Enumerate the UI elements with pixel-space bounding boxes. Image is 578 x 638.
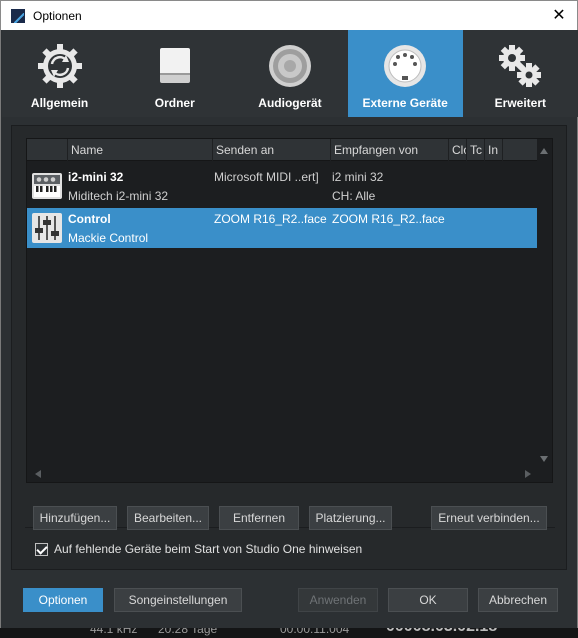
table-row-selected[interactable]: Control Mackie Control ZOOM R16_R2..face… (27, 208, 537, 248)
options-dialog: Allgemein Ordner Audiogerät Externe Gerä… (0, 30, 578, 628)
apply-button[interactable]: Anwenden (298, 588, 378, 612)
device-model: Mackie Control (68, 231, 149, 245)
background-sample-rate: 44.1 kHz (90, 628, 138, 636)
column-header-in[interactable]: In (485, 139, 503, 161)
background-duration: 20.28 Tage (158, 628, 218, 636)
table-header: Name Senden an Empfangen von Clo Tc In (27, 139, 537, 161)
device-send-to: ZOOM R16_R2..face (214, 212, 327, 226)
keyboard-icon (32, 173, 62, 199)
tab-label: Externe Geräte (362, 96, 448, 110)
device-receive-from: ZOOM R16_R2..face (332, 212, 445, 226)
remove-device-button[interactable]: Entfernen (219, 506, 299, 530)
tab-label: Allgemein (30, 96, 89, 110)
tab-ordner[interactable]: Ordner (117, 30, 232, 117)
scroll-up-arrow-icon[interactable] (540, 148, 548, 154)
external-devices-panel: Name Senden an Empfangen von Clo Tc In (11, 125, 567, 570)
column-header-clock[interactable]: Clo (449, 139, 467, 161)
tab-bar: Allgemein Ordner Audiogerät Externe Gerä… (2, 30, 578, 117)
column-header-filler (503, 139, 537, 161)
scroll-left-arrow-icon[interactable] (35, 470, 41, 478)
add-device-button[interactable]: Hinzufügen... (33, 506, 117, 530)
missing-devices-label: Auf fehlende Geräte beim Start von Studi… (54, 542, 363, 556)
options-button[interactable]: Optionen (23, 588, 103, 612)
drive-icon (159, 48, 190, 83)
studio-one-app-icon (11, 8, 25, 23)
placement-button[interactable]: Platzierung... (309, 506, 392, 530)
device-receive-from: i2 mini 32 (332, 170, 384, 184)
column-header-name[interactable]: Name (68, 139, 213, 161)
gears-icon (499, 45, 542, 87)
close-icon[interactable]: ✕ (549, 6, 569, 26)
cancel-button[interactable]: Abbrechen (478, 588, 558, 612)
scroll-down-arrow-icon[interactable] (540, 456, 548, 462)
speaker-icon (268, 45, 311, 87)
refresh-gear-icon (37, 44, 82, 88)
song-settings-button[interactable]: Songeinstellungen (114, 588, 242, 612)
scroll-right-arrow-icon[interactable] (525, 470, 531, 478)
column-header-icon (27, 139, 68, 161)
device-name: i2-mini 32 (68, 170, 124, 184)
tab-externe-geraete[interactable]: Externe Geräte (347, 30, 463, 117)
device-send-to: Microsoft MIDI ..ert] (214, 170, 319, 184)
missing-devices-checkbox-row[interactable]: Auf fehlende Geräte beim Start von Studi… (35, 542, 362, 556)
device-model: Miditech i2-mini 32 (68, 189, 169, 203)
background-position: 00008.03.02.18 (386, 628, 497, 636)
table-row[interactable]: i2-mini 32 Miditech i2-mini 32 Microsoft… (27, 166, 537, 206)
device-actions (25, 527, 555, 589)
column-header-send[interactable]: Senden an (213, 139, 331, 161)
device-channel: CH: Alle (332, 189, 376, 203)
background-app-strip: 44.1 kHz 20.28 Tage 00:00:11:004 00008.0… (0, 628, 578, 638)
edit-device-button[interactable]: Bearbeiten... (127, 506, 209, 530)
devices-table: Name Senden an Empfangen von Clo Tc In (26, 138, 553, 483)
title-bar: Optionen ✕ (0, 0, 578, 30)
vertical-scrollbar[interactable] (535, 139, 552, 482)
reconnect-button[interactable]: Erneut verbinden... (431, 506, 547, 530)
tab-allgemein[interactable]: Allgemein (2, 30, 117, 117)
column-header-receive[interactable]: Empfangen von (331, 139, 449, 161)
ok-button[interactable]: OK (388, 588, 468, 612)
column-header-tc[interactable]: Tc (467, 139, 485, 161)
missing-devices-checkbox[interactable] (35, 542, 48, 556)
background-timecode: 00:00:11:004 (280, 628, 350, 636)
device-name: Control (68, 212, 111, 226)
tab-label: Audiogerät (258, 96, 322, 110)
midi-port-icon (384, 45, 427, 87)
tab-label: Erweitert (494, 96, 547, 110)
tab-erweitert[interactable]: Erweitert (463, 30, 578, 117)
window-title: Optionen (33, 8, 82, 23)
tab-audiogeraet[interactable]: Audiogerät (232, 30, 347, 117)
fader-icon (32, 213, 62, 243)
tab-label: Ordner (154, 96, 195, 110)
